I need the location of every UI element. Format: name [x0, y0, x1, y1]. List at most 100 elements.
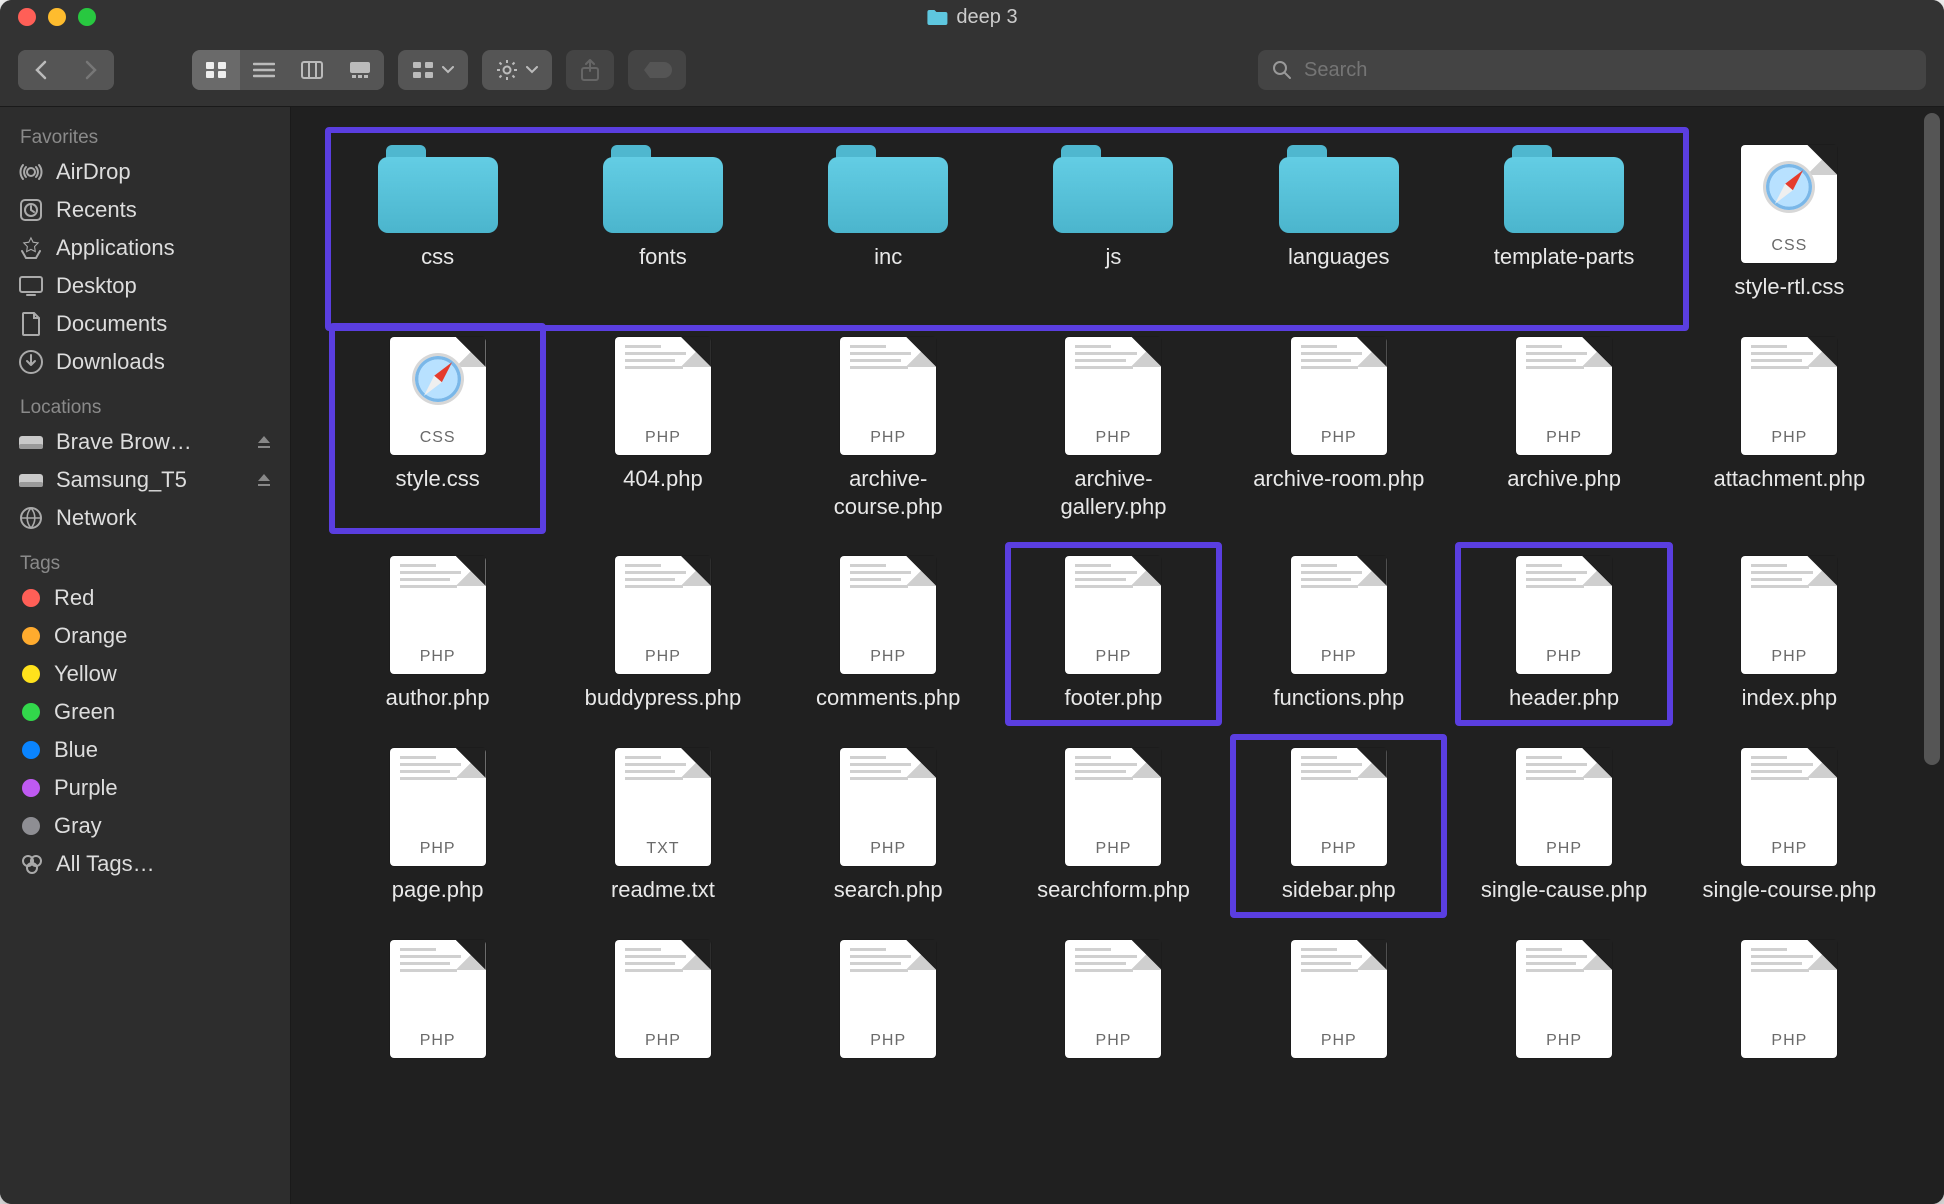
file-item[interactable]: PHPfooter.php	[1005, 542, 1222, 726]
share-button[interactable]	[566, 50, 614, 90]
folder-item[interactable]: languages	[1230, 131, 1447, 315]
file-item[interactable]: PHParchive- course.php	[780, 323, 997, 534]
minimize-window-button[interactable]	[48, 8, 66, 26]
back-button[interactable]	[18, 50, 66, 90]
sidebar-item-label: Network	[56, 505, 137, 531]
sidebar-tag-blue[interactable]: Blue	[0, 731, 290, 769]
sidebar-item-label: Blue	[54, 737, 98, 763]
gallery-view-button[interactable]	[336, 50, 384, 90]
list-view-button[interactable]	[240, 50, 288, 90]
file-item[interactable]: PHP	[1005, 926, 1222, 1110]
eject-icon[interactable]	[256, 472, 272, 488]
column-view-button[interactable]	[288, 50, 336, 90]
group-by-button[interactable]	[398, 50, 468, 90]
file-item[interactable]: PHPbuddypress.php	[554, 542, 771, 726]
file-icon: PHP	[1291, 337, 1387, 455]
file-browser[interactable]: cssfontsincjslanguagestemplate-partsCSSs…	[291, 107, 1944, 1204]
sidebar-tag-orange[interactable]: Orange	[0, 617, 290, 655]
tag-dot-icon	[22, 817, 40, 835]
file-label: fonts	[639, 243, 687, 271]
file-item[interactable]: CSSstyle.css	[329, 323, 546, 534]
download-icon	[18, 349, 44, 375]
file-item[interactable]: PHP404.php	[554, 323, 771, 534]
sidebar-item-label: Green	[54, 699, 115, 725]
search-field[interactable]	[1258, 50, 1926, 90]
file-item[interactable]: PHP	[780, 926, 997, 1110]
file-item[interactable]: PHPsidebar.php	[1230, 734, 1447, 918]
action-menu-button[interactable]	[482, 50, 552, 90]
tag-dot-icon	[22, 665, 40, 683]
file-icon: PHP	[390, 556, 486, 674]
file-item[interactable]: PHP	[554, 926, 771, 1110]
close-window-button[interactable]	[18, 8, 36, 26]
search-input[interactable]	[1302, 58, 1912, 83]
sidebar-item-airdrop[interactable]: AirDrop	[0, 153, 290, 191]
chevron-down-icon	[526, 66, 538, 74]
icon-view-button[interactable]	[192, 50, 240, 90]
file-item[interactable]: CSSstyle-rtl.css	[1681, 131, 1898, 315]
file-item[interactable]: PHPsearchform.php	[1005, 734, 1222, 918]
folder-item[interactable]: css	[329, 131, 546, 315]
file-item[interactable]: PHPattachment.php	[1681, 323, 1898, 534]
eject-icon[interactable]	[256, 434, 272, 450]
file-icon: PHP	[390, 748, 486, 866]
file-label: header.php	[1509, 684, 1619, 712]
sidebar-tag-red[interactable]: Red	[0, 579, 290, 617]
file-item[interactable]: PHP	[1455, 926, 1672, 1110]
sidebar-all-tags[interactable]: All Tags…	[0, 845, 290, 883]
file-item[interactable]: PHP	[1230, 926, 1447, 1110]
fullscreen-window-button[interactable]	[78, 8, 96, 26]
folder-item[interactable]: inc	[780, 131, 997, 315]
file-item[interactable]: PHP header.php	[1455, 542, 1672, 726]
sidebar-item-documents[interactable]: Documents	[0, 305, 290, 343]
sidebar-item-label: Desktop	[56, 273, 137, 299]
file-label: readme.txt	[611, 876, 715, 904]
all-tags-icon	[22, 854, 42, 874]
file-item[interactable]: PHPsingle-course.php	[1681, 734, 1898, 918]
sidebar-item-recents[interactable]: Recents	[0, 191, 290, 229]
file-item[interactable]: PHPsearch.php	[780, 734, 997, 918]
sidebar-item-network[interactable]: Network	[0, 499, 290, 537]
file-icon: PHP	[390, 940, 486, 1058]
sidebar-tag-gray[interactable]: Gray	[0, 807, 290, 845]
file-item[interactable]: PHParchive- gallery.php	[1005, 323, 1222, 534]
folder-item[interactable]: fonts	[554, 131, 771, 315]
sidebar-tag-green[interactable]: Green	[0, 693, 290, 731]
file-item[interactable]: PHP archive-room.php	[1230, 323, 1447, 534]
file-item[interactable]: PHParchive.php	[1455, 323, 1672, 534]
tag-dot-icon	[22, 703, 40, 721]
sidebar-tag-yellow[interactable]: Yellow	[0, 655, 290, 693]
file-label: searchform.php	[1037, 876, 1190, 904]
file-item[interactable]: PHPauthor.php	[329, 542, 546, 726]
sidebar-section-locations: Locations	[0, 391, 290, 423]
tag-button[interactable]	[628, 50, 686, 90]
file-label: single-cause.php	[1481, 876, 1647, 904]
toolbar	[0, 34, 1944, 107]
file-item[interactable]: PHPfunctions.php	[1230, 542, 1447, 726]
file-item[interactable]: PHPcomments.php	[780, 542, 997, 726]
sidebar-item-desktop[interactable]: Desktop	[0, 267, 290, 305]
sidebar-item-samsung[interactable]: Samsung_T5	[0, 461, 290, 499]
file-label: index.php	[1742, 684, 1837, 712]
vertical-scrollbar[interactable]	[1924, 113, 1940, 1199]
folder-item[interactable]: js	[1005, 131, 1222, 315]
file-item[interactable]: PHPindex.php	[1681, 542, 1898, 726]
file-label: style-rtl.css	[1734, 273, 1844, 301]
file-item[interactable]: PHPpage.php	[329, 734, 546, 918]
file-label: archive-room.php	[1253, 465, 1424, 493]
file-item[interactable]: PHP	[329, 926, 546, 1110]
sidebar-item-applications[interactable]: Applications	[0, 229, 290, 267]
folder-item[interactable]: template-parts	[1455, 131, 1672, 315]
sidebar-item-downloads[interactable]: Downloads	[0, 343, 290, 381]
file-item[interactable]: PHP	[1681, 926, 1898, 1110]
file-label: sidebar.php	[1282, 876, 1396, 904]
sidebar-tag-purple[interactable]: Purple	[0, 769, 290, 807]
file-label: search.php	[834, 876, 943, 904]
sidebar-item-brave[interactable]: Brave Brow…	[0, 423, 290, 461]
sidebar-item-label: Downloads	[56, 349, 165, 375]
sidebar-section-tags: Tags	[0, 547, 290, 579]
file-icon: PHP	[1516, 556, 1612, 674]
file-item[interactable]: TXTreadme.txt	[554, 734, 771, 918]
file-item[interactable]: PHPsingle-cause.php	[1455, 734, 1672, 918]
forward-button[interactable]	[66, 50, 114, 90]
